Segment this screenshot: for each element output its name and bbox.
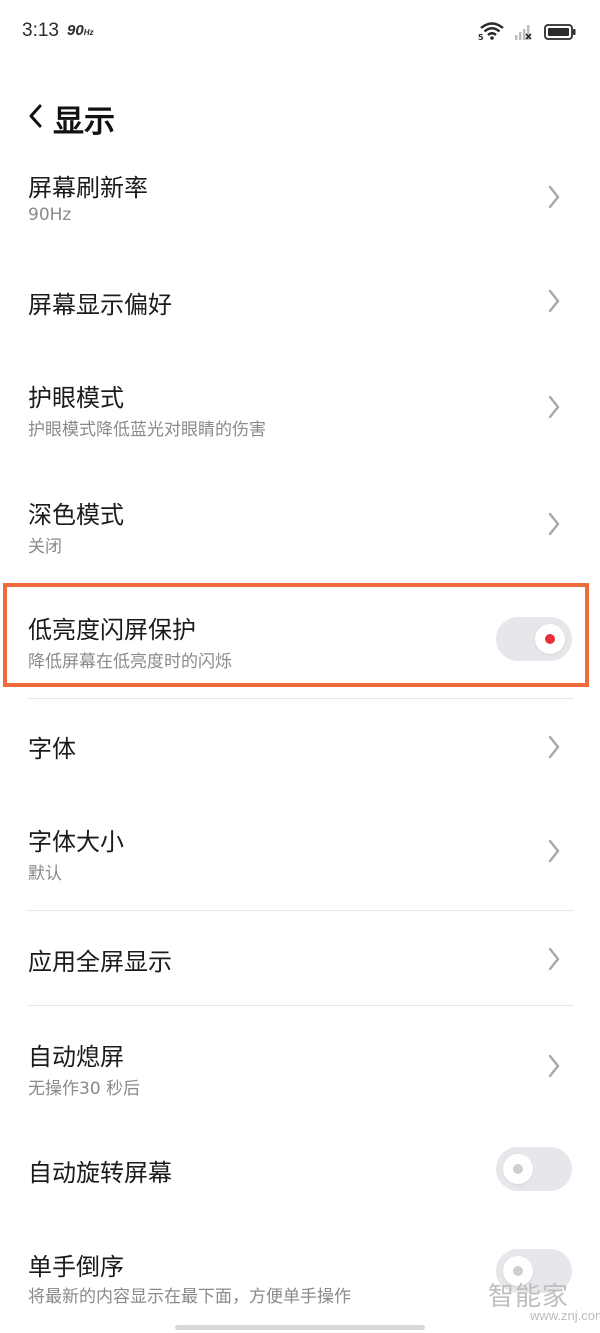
setting-subtitle: 关闭	[28, 537, 62, 557]
divider	[27, 698, 574, 699]
back-button[interactable]	[22, 98, 48, 134]
setting-title: 自动旋转屏幕	[28, 1159, 172, 1187]
chevron-right-icon	[548, 512, 560, 536]
auto-rotate-toggle[interactable]	[496, 1147, 572, 1191]
setting-subtitle: 护眼模式降低蓝光对眼睛的伤害	[28, 420, 266, 440]
setting-font-size[interactable]: 字体大小 默认	[0, 812, 600, 902]
watermark: 智能家 www.znj.com	[488, 1276, 600, 1326]
chevron-right-icon	[548, 395, 560, 419]
toggle-knob	[503, 1154, 533, 1184]
setting-title: 屏幕显示偏好	[28, 291, 172, 319]
watermark-url: www.znj.com	[530, 1308, 600, 1323]
setting-eye-protection[interactable]: 护眼模式 护眼模式降低蓝光对眼睛的伤害	[0, 368, 600, 458]
divider	[27, 1005, 574, 1006]
setting-title: 深色模式	[28, 501, 124, 529]
chevron-right-icon	[548, 185, 560, 209]
setting-auto-screen-off[interactable]: 自动熄屏 无操作30 秒后	[0, 1027, 600, 1117]
home-indicator[interactable]	[175, 1325, 425, 1330]
battery-icon	[544, 23, 576, 41]
chevron-right-icon	[548, 1054, 560, 1078]
wifi-icon: 5	[478, 21, 504, 43]
chevron-left-icon	[29, 104, 42, 128]
status-time: 3:13	[22, 20, 59, 41]
status-bar: 3:13 90Hz 5	[0, 0, 600, 64]
toggle-dot	[513, 1164, 523, 1174]
setting-title: 应用全屏显示	[28, 948, 172, 976]
setting-title: 字体大小	[28, 828, 124, 856]
highlight-box	[3, 583, 589, 687]
wifi-band-label: 5	[478, 33, 484, 42]
setting-app-fullscreen[interactable]: 应用全屏显示	[0, 925, 600, 995]
setting-title: 屏幕刷新率	[28, 174, 148, 202]
setting-refresh-rate[interactable]: 屏幕刷新率 90Hz	[0, 160, 600, 260]
setting-title: 护眼模式	[28, 384, 124, 412]
setting-font[interactable]: 字体	[0, 712, 600, 782]
setting-title: 自动熄屏	[28, 1043, 124, 1071]
setting-subtitle: 默认	[28, 864, 62, 884]
setting-subtitle: 90Hz	[28, 205, 72, 225]
divider	[27, 910, 574, 911]
setting-title: 单手倒序	[28, 1253, 124, 1281]
setting-display-preference[interactable]: 屏幕显示偏好	[0, 268, 600, 338]
refresh-rate-badge: 90Hz	[67, 22, 94, 39]
setting-subtitle: 无操作30 秒后	[28, 1079, 141, 1099]
toggle-dot	[513, 1266, 523, 1276]
chevron-right-icon	[548, 947, 560, 971]
chevron-right-icon	[548, 735, 560, 759]
chevron-right-icon	[548, 839, 560, 863]
setting-title: 字体	[28, 735, 76, 763]
page-header: 显示	[0, 88, 600, 144]
page-title: 显示	[53, 104, 115, 140]
setting-dark-mode[interactable]: 深色模式 关闭	[0, 485, 600, 575]
chevron-right-icon	[548, 289, 560, 313]
setting-auto-rotate: 自动旋转屏幕	[0, 1140, 600, 1210]
signal-icon	[514, 22, 534, 42]
setting-subtitle: 将最新的内容显示在最下面，方便单手操作	[28, 1287, 351, 1307]
